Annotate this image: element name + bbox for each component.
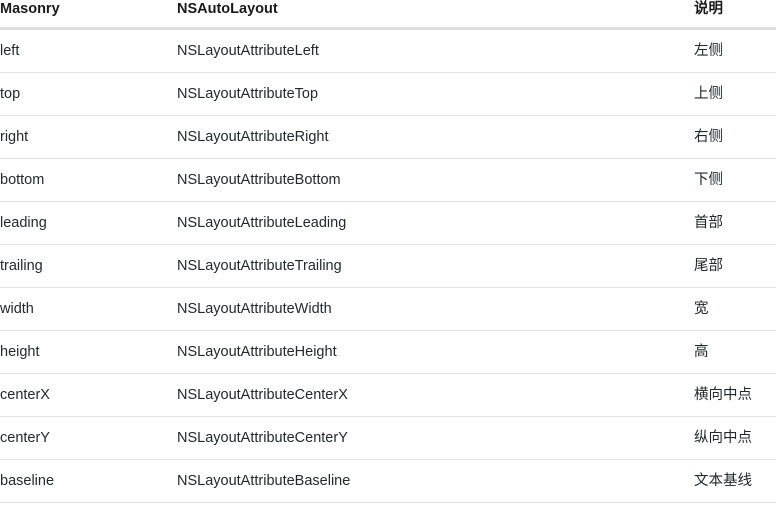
page-root: Masonry NSAutoLayout 说明 left NSLayoutAtt… <box>0 0 780 508</box>
cell-nsautolayout: NSLayoutAttributeBaseline <box>177 460 694 503</box>
column-header-masonry: Masonry <box>0 0 177 29</box>
cell-nsautolayout: NSLayoutAttributeTop <box>177 73 694 116</box>
cell-description: 高 <box>694 331 776 374</box>
cell-masonry: height <box>0 331 177 374</box>
cell-nsautolayout: NSLayoutAttributeLeft <box>177 29 694 73</box>
cell-masonry: bottom <box>0 159 177 202</box>
cell-masonry: baseline <box>0 460 177 503</box>
cell-nsautolayout: NSLayoutAttributeCenterX <box>177 374 694 417</box>
cell-masonry: leading <box>0 202 177 245</box>
cell-masonry: centerX <box>0 374 177 417</box>
table-row: centerX NSLayoutAttributeCenterX 横向中点 <box>0 374 776 417</box>
cell-description: 尾部 <box>694 245 776 288</box>
cell-nsautolayout: NSLayoutAttributeBottom <box>177 159 694 202</box>
cell-description: 宽 <box>694 288 776 331</box>
cell-description: 首部 <box>694 202 776 245</box>
cell-description: 上侧 <box>694 73 776 116</box>
table-row: leading NSLayoutAttributeLeading 首部 <box>0 202 776 245</box>
table-header: Masonry NSAutoLayout 说明 <box>0 0 776 29</box>
table-header-row: Masonry NSAutoLayout 说明 <box>0 0 776 29</box>
cell-nsautolayout: NSLayoutAttributeWidth <box>177 288 694 331</box>
cell-masonry: centerY <box>0 417 177 460</box>
masonry-nsautolayout-mapping-table: Masonry NSAutoLayout 说明 left NSLayoutAtt… <box>0 0 776 503</box>
cell-masonry: trailing <box>0 245 177 288</box>
cell-masonry: width <box>0 288 177 331</box>
table-row: right NSLayoutAttributeRight 右侧 <box>0 116 776 159</box>
cell-description: 左侧 <box>694 29 776 73</box>
cell-description: 右侧 <box>694 116 776 159</box>
table-row: top NSLayoutAttributeTop 上侧 <box>0 73 776 116</box>
table-row: width NSLayoutAttributeWidth 宽 <box>0 288 776 331</box>
table-row: trailing NSLayoutAttributeTrailing 尾部 <box>0 245 776 288</box>
cell-nsautolayout: NSLayoutAttributeRight <box>177 116 694 159</box>
cell-description: 文本基线 <box>694 460 776 503</box>
cell-nsautolayout: NSLayoutAttributeLeading <box>177 202 694 245</box>
cell-masonry: right <box>0 116 177 159</box>
cell-nsautolayout: NSLayoutAttributeTrailing <box>177 245 694 288</box>
cell-description: 下侧 <box>694 159 776 202</box>
table-row: baseline NSLayoutAttributeBaseline 文本基线 <box>0 460 776 503</box>
cell-masonry: left <box>0 29 177 73</box>
table-row: bottom NSLayoutAttributeBottom 下侧 <box>0 159 776 202</box>
column-header-nsautolayout: NSAutoLayout <box>177 0 694 29</box>
cell-nsautolayout: NSLayoutAttributeCenterY <box>177 417 694 460</box>
table-row: left NSLayoutAttributeLeft 左侧 <box>0 29 776 73</box>
column-header-description: 说明 <box>694 0 776 29</box>
table-row: height NSLayoutAttributeHeight 高 <box>0 331 776 374</box>
table-row: centerY NSLayoutAttributeCenterY 纵向中点 <box>0 417 776 460</box>
cell-description: 纵向中点 <box>694 417 776 460</box>
cell-nsautolayout: NSLayoutAttributeHeight <box>177 331 694 374</box>
cell-description: 横向中点 <box>694 374 776 417</box>
table-body: left NSLayoutAttributeLeft 左侧 top NSLayo… <box>0 29 776 503</box>
cell-masonry: top <box>0 73 177 116</box>
